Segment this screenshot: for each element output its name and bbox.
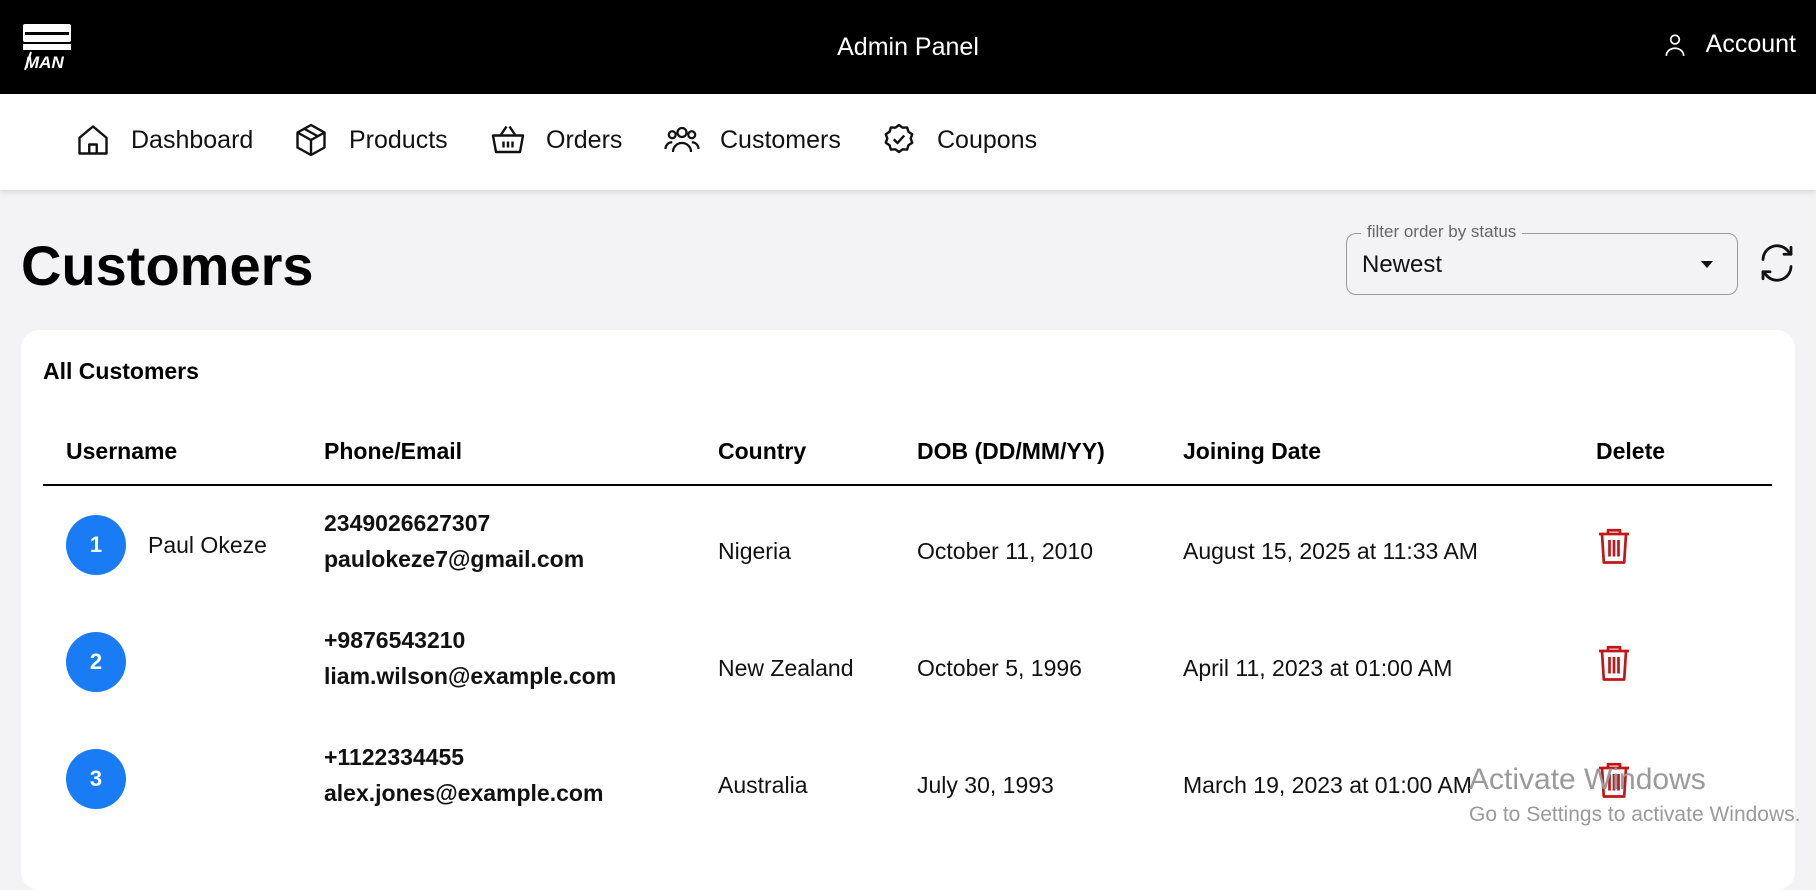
- customers-card: All Customers Username Phone/Email Count…: [21, 330, 1795, 890]
- joining-date: April 11, 2023 at 01:00 AM: [1183, 655, 1453, 681]
- country: New Zealand: [718, 655, 854, 681]
- email: paulokeze7@gmail.com: [324, 546, 585, 572]
- basket-icon: [491, 125, 525, 154]
- nav-bar: Dashboard Products Orders Customers Coup…: [0, 94, 1816, 190]
- trash-icon[interactable]: [1596, 643, 1632, 683]
- avatar: 3: [66, 749, 126, 809]
- contact-info: 2349026627307 paulokeze7@gmail.com: [324, 505, 584, 577]
- app-title: Admin Panel: [837, 33, 979, 61]
- trash-icon[interactable]: [1596, 526, 1632, 566]
- account-label: Account: [1705, 30, 1796, 58]
- joining-date: August 15, 2025 at 11:33 AM: [1183, 538, 1478, 564]
- nav-item-customers[interactable]: Customers: [664, 122, 841, 158]
- column-header-country: Country: [718, 438, 807, 464]
- avatar: 1: [66, 515, 126, 575]
- phone: +1122334455: [324, 744, 465, 770]
- nav-item-orders[interactable]: Orders: [490, 122, 622, 158]
- box-icon: [296, 123, 326, 157]
- nav-item-products[interactable]: Products: [293, 122, 448, 158]
- dob: October 5, 1996: [917, 655, 1082, 681]
- country: Nigeria: [718, 538, 791, 564]
- status-filter-select[interactable]: filter order by status Newest: [1346, 222, 1738, 295]
- joining-date: March 19, 2023 at 01:00 AM: [1183, 772, 1472, 798]
- account-button[interactable]: Account: [1662, 30, 1796, 59]
- country: Australia: [718, 772, 808, 798]
- nav-label: Products: [349, 125, 448, 154]
- column-header-joining-date: Joining Date: [1183, 438, 1322, 464]
- username: Paul Okeze: [148, 532, 267, 558]
- email: liam.wilson@example.com: [324, 663, 617, 689]
- email: alex.jones@example.com: [324, 780, 604, 806]
- nav-label: Dashboard: [131, 125, 254, 154]
- table-header: Username Phone/Email Country DOB (DD/MM/…: [43, 438, 1772, 486]
- trash-icon[interactable]: [1596, 760, 1632, 800]
- table-row: 3 +1122334455 alex.jones@example.com Aus…: [43, 721, 1772, 838]
- page-title: Customers: [21, 234, 314, 297]
- column-header-delete: Delete: [1596, 438, 1666, 464]
- caret-down-icon: [1701, 261, 1713, 268]
- top-bar: MAN Admin Panel Account: [0, 0, 1816, 94]
- column-header-phone-email: Phone/Email: [324, 438, 463, 464]
- card-title: All Customers: [43, 358, 199, 384]
- column-header-dob: DOB (DD/MM/YY): [917, 438, 1105, 464]
- table-row: 2 +9876543210 liam.wilson@example.com Ne…: [43, 604, 1772, 721]
- nav-item-dashboard[interactable]: Dashboard: [75, 122, 253, 158]
- filter-value: Newest: [1362, 251, 1443, 278]
- refresh-icon[interactable]: [1756, 242, 1798, 284]
- badge-check-icon: [884, 123, 914, 154]
- nav-label: Customers: [720, 125, 841, 154]
- avatar: 2: [66, 632, 126, 692]
- contact-info: +1122334455 alex.jones@example.com: [324, 739, 603, 811]
- column-header-username: Username: [66, 438, 178, 464]
- users-icon: [664, 126, 700, 153]
- dob: October 11, 2010: [917, 538, 1094, 564]
- phone: 2349026627307: [324, 510, 491, 536]
- nav-label: Coupons: [937, 125, 1038, 154]
- user-icon: [1665, 33, 1685, 56]
- filter-legend: filter order by status: [1361, 222, 1523, 242]
- nav-item-coupons[interactable]: Coupons: [881, 122, 1037, 158]
- home-icon: [78, 125, 108, 155]
- phone: +9876543210: [324, 627, 466, 653]
- contact-info: +9876543210 liam.wilson@example.com: [324, 622, 616, 694]
- table-row: 1 Paul Okeze 2349026627307 paulokeze7@gm…: [43, 487, 1772, 604]
- dob: July 30, 1993: [917, 772, 1054, 798]
- nav-label: Orders: [546, 125, 623, 154]
